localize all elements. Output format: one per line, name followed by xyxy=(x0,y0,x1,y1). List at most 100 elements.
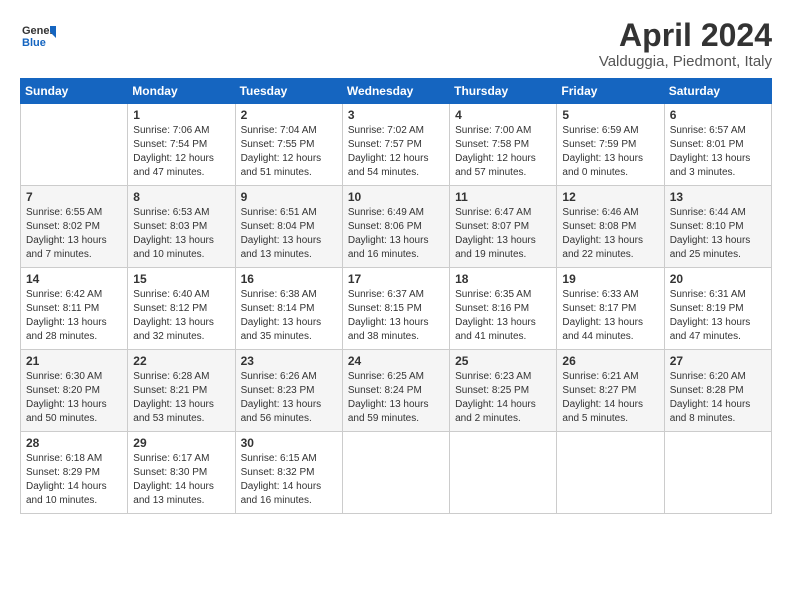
day-info: Sunrise: 6:55 AM Sunset: 8:02 PM Dayligh… xyxy=(26,206,122,262)
day-number: 7 xyxy=(26,190,122,204)
calendar-cell: 24 Sunrise: 6:25 AM Sunset: 8:24 PM Dayli… xyxy=(342,350,449,432)
calendar-cell: 16Sunrise: 6:38 AM Sunset: 8:14 PM Dayli… xyxy=(235,268,342,350)
day-info: Sunrise: 7:04 AM Sunset: 7:55 PM Dayligh… xyxy=(241,124,337,180)
weekday-header: Thursday xyxy=(450,79,557,104)
day-number: 15 xyxy=(133,272,229,286)
header-row: SundayMondayTuesdayWednesdayThursdayFrid… xyxy=(21,79,772,104)
calendar-cell xyxy=(450,432,557,514)
calendar-cell: 17Sunrise: 6:37 AM Sunset: 8:15 PM Dayli… xyxy=(342,268,449,350)
weekday-header: Sunday xyxy=(21,79,128,104)
calendar-cell: 23 Sunrise: 6:26 AM Sunset: 8:23 PM Dayli… xyxy=(235,350,342,432)
day-number: 20 xyxy=(670,272,766,286)
calendar-cell xyxy=(21,104,128,186)
calendar-cell: 12Sunrise: 6:46 AM Sunset: 8:08 PM Dayli… xyxy=(557,186,664,268)
day-info: Sunrise: 6:17 AM Sunset: 8:30 PM Dayligh… xyxy=(133,452,229,508)
calendar-cell: 22 Sunrise: 6:28 AM Sunset: 8:21 PM Dayli… xyxy=(128,350,235,432)
calendar-cell: 29 Sunrise: 6:17 AM Sunset: 8:30 PM Dayli… xyxy=(128,432,235,514)
day-info: Sunrise: 6:57 AM Sunset: 8:01 PM Dayligh… xyxy=(670,124,766,180)
calendar-cell: 25 Sunrise: 6:23 AM Sunset: 8:25 PM Dayli… xyxy=(450,350,557,432)
day-number: 29 xyxy=(133,436,229,450)
day-info: Sunrise: 6:30 AM Sunset: 8:20 PM Dayligh… xyxy=(26,370,122,426)
day-number: 14 xyxy=(26,272,122,286)
weekday-header: Saturday xyxy=(664,79,771,104)
weekday-header: Monday xyxy=(128,79,235,104)
day-number: 11 xyxy=(455,190,551,204)
day-info: Sunrise: 6:35 AM Sunset: 8:16 PM Dayligh… xyxy=(455,288,551,344)
day-info: Sunrise: 6:18 AM Sunset: 8:29 PM Dayligh… xyxy=(26,452,122,508)
calendar-cell: 15 Sunrise: 6:40 AM Sunset: 8:12 PM Dayli… xyxy=(128,268,235,350)
day-info: Sunrise: 6:21 AM Sunset: 8:27 PM Dayligh… xyxy=(562,370,658,426)
day-info: Sunrise: 6:53 AM Sunset: 8:03 PM Dayligh… xyxy=(133,206,229,262)
logo-icon: General Blue xyxy=(20,18,56,54)
day-number: 13 xyxy=(670,190,766,204)
calendar-cell: 1Sunrise: 7:06 AM Sunset: 7:54 PM Daylig… xyxy=(128,104,235,186)
day-info: Sunrise: 6:42 AM Sunset: 8:11 PM Dayligh… xyxy=(26,288,122,344)
weekday-header: Tuesday xyxy=(235,79,342,104)
day-number: 2 xyxy=(241,108,337,122)
calendar-cell: 20Sunrise: 6:31 AM Sunset: 8:19 PM Dayli… xyxy=(664,268,771,350)
day-number: 3 xyxy=(348,108,444,122)
day-number: 22 xyxy=(133,354,229,368)
day-number: 6 xyxy=(670,108,766,122)
day-number: 26 xyxy=(562,354,658,368)
calendar-cell: 4 Sunrise: 7:00 AM Sunset: 7:58 PM Daylig… xyxy=(450,104,557,186)
calendar-cell: 7 Sunrise: 6:55 AM Sunset: 8:02 PM Daylig… xyxy=(21,186,128,268)
day-number: 4 xyxy=(455,108,551,122)
day-info: Sunrise: 6:20 AM Sunset: 8:28 PM Dayligh… xyxy=(670,370,766,426)
day-number: 1 xyxy=(133,108,229,122)
day-number: 24 xyxy=(348,354,444,368)
day-info: Sunrise: 6:26 AM Sunset: 8:23 PM Dayligh… xyxy=(241,370,337,426)
calendar-cell: 6 Sunrise: 6:57 AM Sunset: 8:01 PM Daylig… xyxy=(664,104,771,186)
calendar-cell: 5 Sunrise: 6:59 AM Sunset: 7:59 PM Daylig… xyxy=(557,104,664,186)
calendar-cell xyxy=(557,432,664,514)
day-number: 16 xyxy=(241,272,337,286)
calendar-cell: 2 Sunrise: 7:04 AM Sunset: 7:55 PM Daylig… xyxy=(235,104,342,186)
day-info: Sunrise: 6:51 AM Sunset: 8:04 PM Dayligh… xyxy=(241,206,337,262)
day-number: 5 xyxy=(562,108,658,122)
day-info: Sunrise: 6:23 AM Sunset: 8:25 PM Dayligh… xyxy=(455,370,551,426)
calendar-week-row: 14 Sunrise: 6:42 AM Sunset: 8:11 PM Dayli… xyxy=(21,268,772,350)
day-info: Sunrise: 6:40 AM Sunset: 8:12 PM Dayligh… xyxy=(133,288,229,344)
calendar-table: SundayMondayTuesdayWednesdayThursdayFrid… xyxy=(20,78,772,514)
day-info: Sunrise: 7:00 AM Sunset: 7:58 PM Dayligh… xyxy=(455,124,551,180)
calendar-cell: 26 Sunrise: 6:21 AM Sunset: 8:27 PM Dayli… xyxy=(557,350,664,432)
calendar-cell: 28Sunrise: 6:18 AM Sunset: 8:29 PM Dayli… xyxy=(21,432,128,514)
day-info: Sunrise: 6:28 AM Sunset: 8:21 PM Dayligh… xyxy=(133,370,229,426)
calendar-cell: 10 Sunrise: 6:49 AM Sunset: 8:06 PM Dayli… xyxy=(342,186,449,268)
calendar-week-row: 21 Sunrise: 6:30 AM Sunset: 8:20 PM Dayli… xyxy=(21,350,772,432)
day-number: 25 xyxy=(455,354,551,368)
title-block: April 2024 Valduggia, Piedmont, Italy xyxy=(599,18,772,70)
day-number: 12 xyxy=(562,190,658,204)
calendar-cell: 11Sunrise: 6:47 AM Sunset: 8:07 PM Dayli… xyxy=(450,186,557,268)
month-title: April 2024 xyxy=(599,18,772,53)
day-number: 8 xyxy=(133,190,229,204)
day-number: 21 xyxy=(26,354,122,368)
day-number: 23 xyxy=(241,354,337,368)
day-info: Sunrise: 7:02 AM Sunset: 7:57 PM Dayligh… xyxy=(348,124,444,180)
day-number: 10 xyxy=(348,190,444,204)
day-info: Sunrise: 6:59 AM Sunset: 7:59 PM Dayligh… xyxy=(562,124,658,180)
calendar-cell: 8 Sunrise: 6:53 AM Sunset: 8:03 PM Daylig… xyxy=(128,186,235,268)
calendar-cell: 27Sunrise: 6:20 AM Sunset: 8:28 PM Dayli… xyxy=(664,350,771,432)
day-info: Sunrise: 6:15 AM Sunset: 8:32 PM Dayligh… xyxy=(241,452,337,508)
weekday-header: Wednesday xyxy=(342,79,449,104)
weekday-header: Friday xyxy=(557,79,664,104)
calendar-cell: 14 Sunrise: 6:42 AM Sunset: 8:11 PM Dayli… xyxy=(21,268,128,350)
calendar-cell: 18Sunrise: 6:35 AM Sunset: 8:16 PM Dayli… xyxy=(450,268,557,350)
day-number: 9 xyxy=(241,190,337,204)
calendar-week-row: 1Sunrise: 7:06 AM Sunset: 7:54 PM Daylig… xyxy=(21,104,772,186)
day-info: Sunrise: 6:33 AM Sunset: 8:17 PM Dayligh… xyxy=(562,288,658,344)
day-info: Sunrise: 6:25 AM Sunset: 8:24 PM Dayligh… xyxy=(348,370,444,426)
calendar-cell: 19Sunrise: 6:33 AM Sunset: 8:17 PM Dayli… xyxy=(557,268,664,350)
day-number: 17 xyxy=(348,272,444,286)
header: General Blue April 2024 Valduggia, Piedm… xyxy=(20,18,772,70)
svg-text:Blue: Blue xyxy=(22,37,46,49)
calendar-cell: 21 Sunrise: 6:30 AM Sunset: 8:20 PM Dayli… xyxy=(21,350,128,432)
calendar-cell: 13 Sunrise: 6:44 AM Sunset: 8:10 PM Dayli… xyxy=(664,186,771,268)
calendar-cell xyxy=(664,432,771,514)
calendar-cell: 30Sunrise: 6:15 AM Sunset: 8:32 PM Dayli… xyxy=(235,432,342,514)
location: Valduggia, Piedmont, Italy xyxy=(599,53,772,70)
logo: General Blue xyxy=(20,18,56,59)
day-info: Sunrise: 6:44 AM Sunset: 8:10 PM Dayligh… xyxy=(670,206,766,262)
day-info: Sunrise: 6:49 AM Sunset: 8:06 PM Dayligh… xyxy=(348,206,444,262)
